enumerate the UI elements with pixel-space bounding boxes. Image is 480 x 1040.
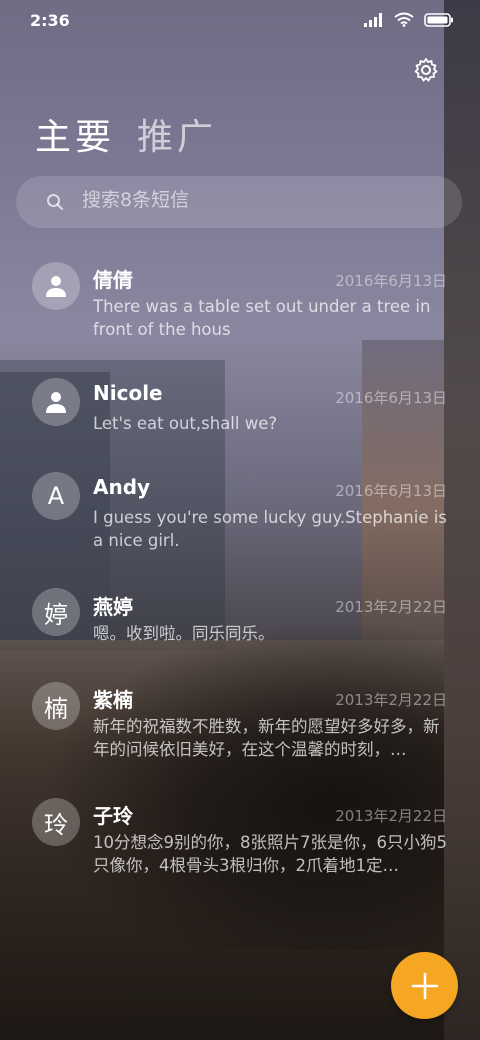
message-date: 2016年6月13日: [335, 482, 447, 500]
tab-primary[interactable]: 主要: [35, 108, 115, 160]
gear-icon[interactable]: [412, 56, 440, 84]
contact-name: 倩倩: [93, 268, 133, 292]
avatar: [32, 262, 80, 310]
message-preview: 新年的祝福数不胜数，新年的愿望好多好多，新年的问候依旧美好，在这个温馨的时刻，…: [93, 717, 440, 759]
tab-bar: 主要 推广: [35, 108, 217, 160]
conversation-item[interactable]: 玲 子玲 2013年2月22日 10分想念9别的你，8张照片7张是你，6只小狗5…: [0, 798, 480, 898]
status-icons: [364, 12, 454, 27]
avatar: [32, 378, 80, 426]
compose-button[interactable]: [391, 952, 458, 1019]
message-preview: Let's eat out,shall we?: [93, 414, 278, 433]
contact-name: Nicole: [93, 381, 163, 405]
conversation-item[interactable]: A Andy 2016年6月13日 I guess you're some lu…: [0, 472, 480, 572]
search-icon: [47, 194, 63, 210]
message-preview: There was a table set out under a tree i…: [93, 297, 431, 339]
conversation-item[interactable]: 倩倩 2016年6月13日 There was a table set out …: [0, 262, 480, 362]
conversation-item[interactable]: 婷 燕婷 2013年2月22日 嗯。收到啦。同乐同乐。: [0, 588, 480, 668]
status-time: 2:36: [30, 11, 70, 30]
person-icon: [46, 392, 66, 413]
avatar: 楠: [32, 682, 80, 730]
wifi-icon: [394, 12, 414, 27]
contact-name: 子玲: [93, 804, 133, 828]
avatar: 玲: [32, 798, 80, 846]
conversation-item[interactable]: Nicole 2016年6月13日 Let's eat out,shall we…: [0, 378, 480, 458]
message-date: 2013年2月22日: [335, 598, 447, 616]
contact-name: 燕婷: [93, 595, 133, 619]
battery-icon: [424, 12, 453, 27]
messages-screen: 2:36 主要 推广 搜索8条短信 倩倩 2016年6月13日 There wa…: [0, 0, 480, 1040]
message-date: 2016年6月13日: [335, 389, 447, 407]
signal-icon: [364, 12, 382, 27]
contact-name: Andy: [93, 475, 151, 499]
avatar: 婷: [32, 588, 80, 636]
message-preview: I guess you're some lucky guy.Stephanie …: [93, 508, 447, 550]
contact-name: 紫楠: [93, 688, 133, 712]
conversation-item[interactable]: 楠 紫楠 2013年2月22日 新年的祝福数不胜数，新年的愿望好多好多，新年的问…: [0, 682, 480, 782]
plus-icon: [411, 972, 438, 999]
tab-promotions[interactable]: 推广: [137, 108, 217, 160]
message-preview: 10分想念9别的你，8张照片7张是你，6只小狗5只像你，4根骨头3根归你，2爪着…: [93, 833, 447, 875]
status-bar: 2:36: [0, 0, 480, 42]
avatar: A: [32, 472, 80, 520]
search-bar[interactable]: [16, 176, 462, 228]
message-preview: 嗯。收到啦。同乐同乐。: [93, 624, 275, 643]
search-input[interactable]: [82, 189, 442, 211]
background-figure: [40, 620, 460, 950]
message-date: 2013年2月22日: [335, 807, 447, 825]
message-date: 2013年2月22日: [335, 691, 447, 709]
message-date: 2016年6月13日: [335, 272, 447, 290]
person-icon: [46, 276, 66, 297]
